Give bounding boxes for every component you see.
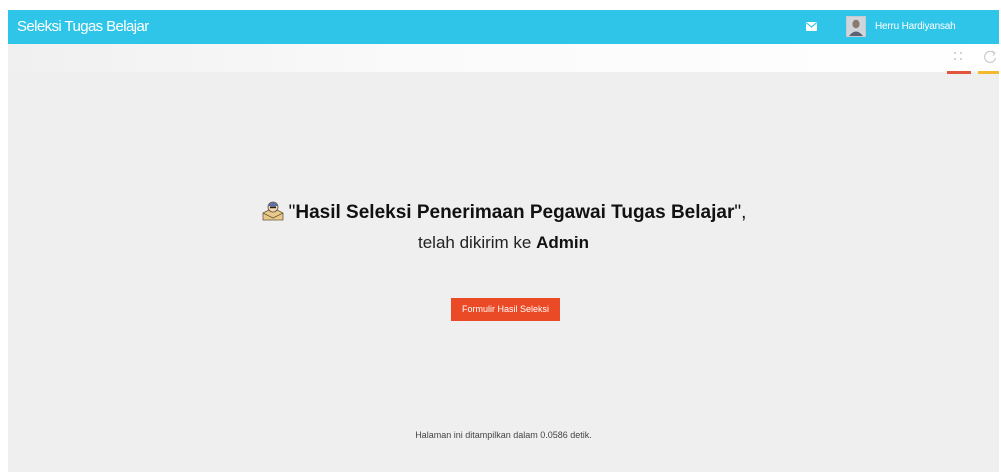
mail-icon[interactable] [806,22,817,31]
avatar-image [847,17,865,36]
refresh-button[interactable] [977,44,999,74]
user-name[interactable]: Herru Hardiyansah [875,21,956,32]
form-result-button[interactable]: Formulir Hasil Seleksi [451,298,560,321]
page-toolbar [8,44,999,74]
grid-icon [954,52,962,60]
refresh-tab-indicator [978,71,999,74]
message-title: Hasil Seleksi Penerimaan Pegawai Tugas B… [295,202,735,223]
mail-user-icon [262,201,284,221]
message-line-2: telah dikirim ke Admin [8,232,999,254]
user-avatar[interactable] [846,16,866,37]
page-load-time: Halaman ini ditampilkan dalam 0.0586 det… [415,430,592,440]
grid-view-button[interactable] [946,44,972,74]
top-navbar: Seleksi Tugas Belajar Herru Hardiyansah [8,10,999,44]
refresh-icon [984,50,997,64]
app-window: Seleksi Tugas Belajar Herru Hardiyansah [8,10,999,472]
message-prefix: telah dikirim ke [418,233,532,252]
grid-tab-indicator [947,71,971,74]
app-title[interactable]: Seleksi Tugas Belajar [17,18,149,35]
message-line-1: "Hasil Seleksi Penerimaan Pegawai Tugas … [8,200,999,226]
result-message: "Hasil Seleksi Penerimaan Pegawai Tugas … [8,200,999,254]
close-quote: ", [734,202,747,223]
recipient-name: Admin [536,233,589,252]
